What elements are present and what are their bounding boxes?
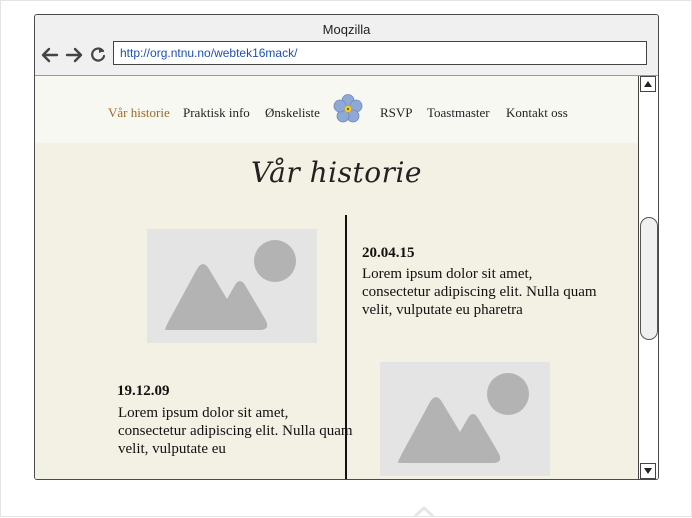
entry-text: Lorem ipsum dolor sit amet, consectetur … (362, 266, 597, 318)
nav-item-var-historie[interactable]: Vår historie (108, 105, 170, 121)
image-placeholder (147, 229, 317, 343)
triangle-up-icon (644, 81, 652, 87)
nav-item-praktisk-info[interactable]: Praktisk info (183, 105, 250, 121)
arrow-right-icon[interactable] (64, 45, 84, 65)
nav-item-onskeliste[interactable]: Ønskeliste (265, 105, 320, 121)
image-placeholder (380, 362, 550, 476)
entry-date: 19.12.09 (117, 383, 170, 399)
nav-item-rsvp[interactable]: RSVP (380, 105, 413, 121)
page-viewport: Vår historie Praktisk info Ønskeliste RS… (35, 76, 638, 479)
entry-date: 20.04.15 (362, 245, 415, 261)
browser-window: Moqzilla http://org.ntnu.no/webtek16mack… (34, 14, 659, 480)
window-title: Moqzilla (322, 22, 371, 37)
scrollbar-thumb[interactable] (640, 217, 658, 340)
nav-item-kontakt-oss[interactable]: Kontakt oss (506, 105, 568, 121)
forget-me-not-flower-icon[interactable] (332, 93, 364, 125)
nav-item-toastmaster[interactable]: Toastmaster (427, 105, 490, 121)
entry-text: Lorem ipsum dolor sit amet, consectetur … (118, 405, 353, 457)
browser-titlebar: Moqzilla http://org.ntnu.no/webtek16mack… (35, 15, 658, 76)
image-placeholder-icon (397, 373, 529, 463)
url-input[interactable]: http://org.ntnu.no/webtek16mack/ (113, 41, 647, 65)
image-placeholder-icon (164, 240, 296, 330)
reload-icon[interactable] (88, 45, 108, 65)
chevron-up-icon[interactable] (412, 504, 436, 518)
scroll-up-button[interactable] (640, 76, 656, 92)
vertical-scrollbar[interactable] (638, 76, 658, 479)
page-title: Vår historie (250, 156, 422, 189)
scroll-down-button[interactable] (640, 463, 656, 479)
site-nav: Vår historie Praktisk info Ønskeliste RS… (35, 76, 638, 143)
triangle-down-icon (644, 468, 652, 474)
arrow-left-icon[interactable] (40, 45, 60, 65)
